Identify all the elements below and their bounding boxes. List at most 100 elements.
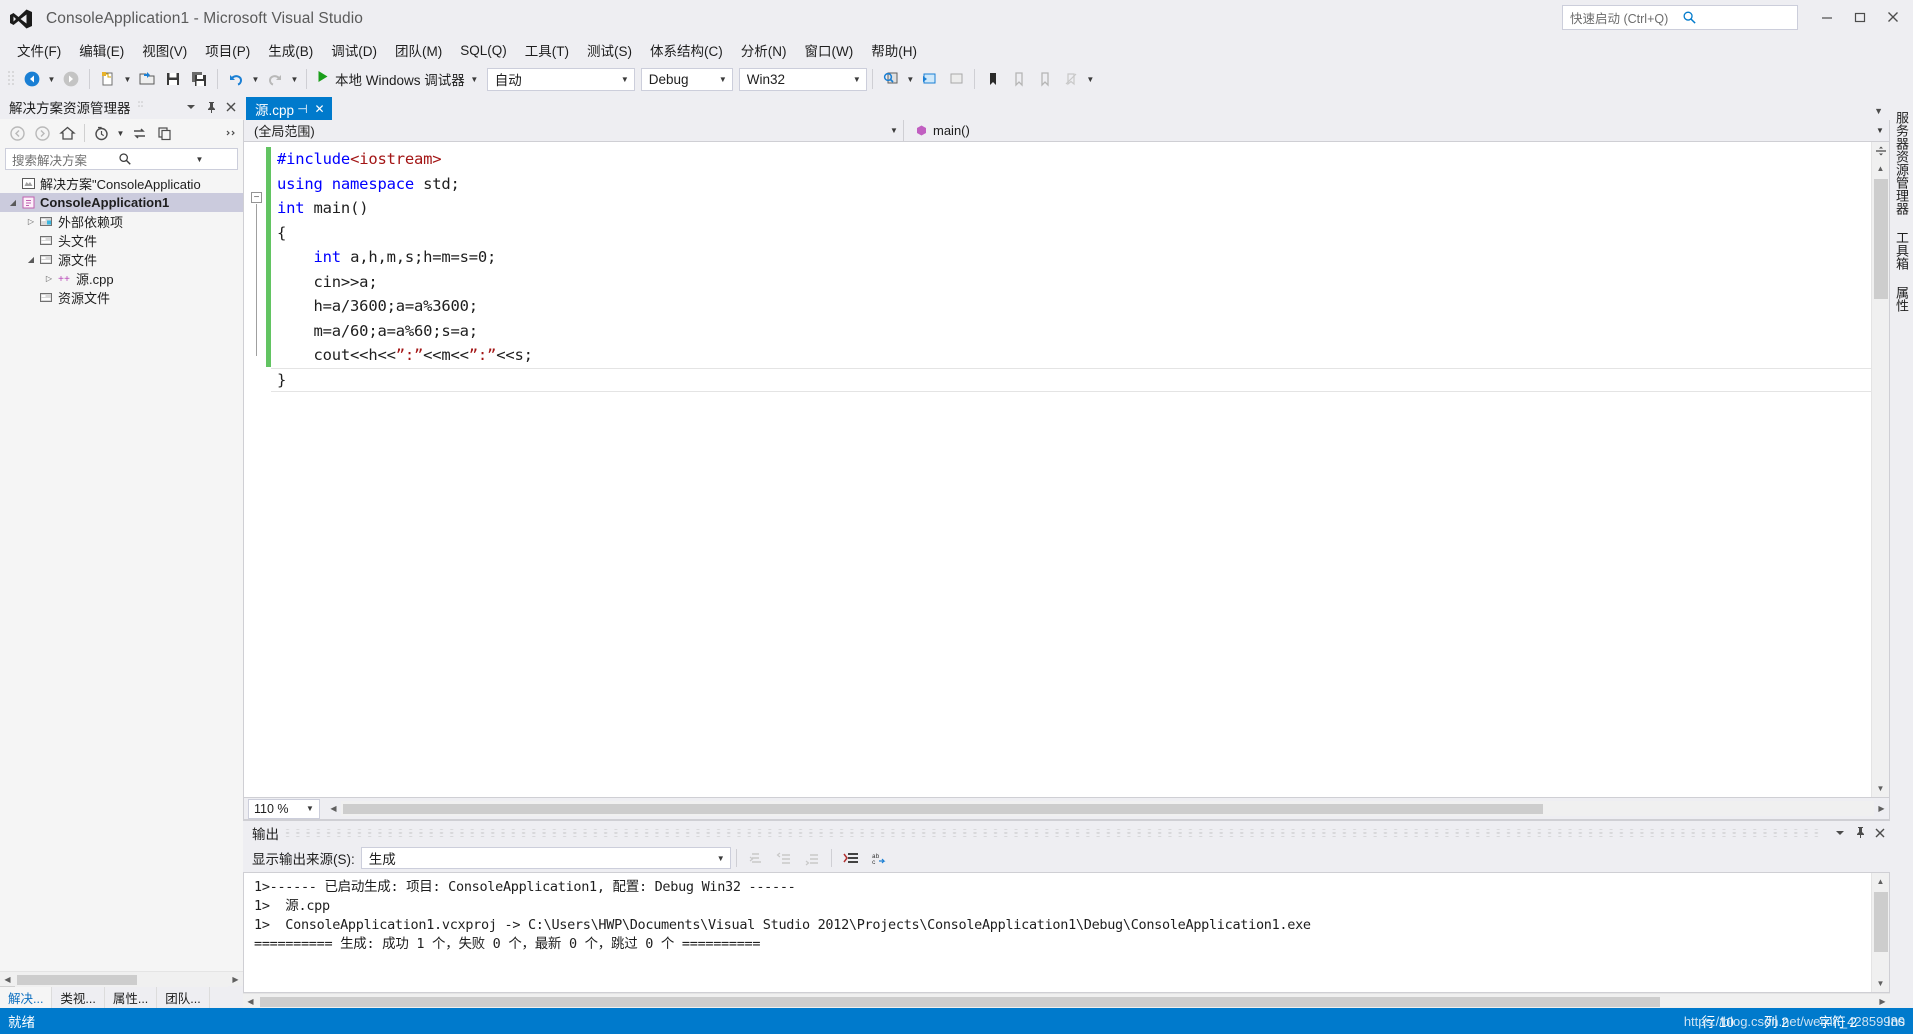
redo-icon[interactable] xyxy=(262,67,288,91)
start-debug-button[interactable]: 本地 Windows 调试器 xyxy=(312,67,468,91)
start-debug-dropdown-icon[interactable]: ▼ xyxy=(468,67,481,91)
menu-file[interactable]: 文件(F) xyxy=(8,37,70,63)
menu-sql[interactable]: SQL(Q) xyxy=(451,40,516,61)
fold-toggle-main[interactable]: − xyxy=(251,192,262,203)
scroll-up-arrow-icon[interactable]: ▲ xyxy=(1872,160,1890,177)
twisty-collapsed-icon[interactable]: ▷ xyxy=(24,217,38,226)
output-source-combo[interactable]: 生成 ▼ xyxy=(360,847,731,869)
redo-dropdown-icon[interactable]: ▼ xyxy=(288,67,301,91)
menu-build[interactable]: 生成(B) xyxy=(259,37,322,63)
pin-icon[interactable] xyxy=(1850,823,1870,843)
next-message-icon[interactable] xyxy=(800,846,826,870)
tab-solution-explorer[interactable]: 解决... xyxy=(0,986,53,1008)
back-icon[interactable] xyxy=(5,122,30,144)
fold-margin[interactable]: − xyxy=(244,142,266,797)
pin-icon[interactable] xyxy=(201,97,221,117)
window-dropdown-icon[interactable] xyxy=(181,97,201,117)
chevron-down-icon[interactable]: ▼ xyxy=(162,155,237,164)
clear-bookmarks-icon[interactable] xyxy=(1058,67,1084,91)
tab-class-view[interactable]: 类视... xyxy=(52,986,105,1008)
split-view-grip[interactable] xyxy=(1872,142,1890,160)
toolbar-overflow-icon[interactable] xyxy=(218,122,243,144)
hscroll-thumb[interactable] xyxy=(17,974,137,985)
configuration-combo[interactable]: Debug ▼ xyxy=(640,67,733,91)
goto-message-icon[interactable] xyxy=(744,846,770,870)
forward-icon[interactable] xyxy=(30,122,55,144)
hscroll-track[interactable] xyxy=(258,993,1875,1009)
tree-node-solution[interactable]: 解决方案"ConsoleApplicatio xyxy=(0,174,243,193)
tree-node-header-files[interactable]: 头文件 xyxy=(0,231,243,250)
tree-node-source-cpp[interactable]: ▷ ++ 源.cpp xyxy=(0,269,243,288)
open-file-icon[interactable] xyxy=(134,67,160,91)
output-vscrollbar[interactable]: ▲ ▼ xyxy=(1871,873,1889,992)
comment-selection-icon[interactable] xyxy=(917,67,943,91)
previous-bookmark-icon[interactable] xyxy=(1006,67,1032,91)
sidebar-tab-properties[interactable]: 属性 xyxy=(1889,278,1913,320)
find-dropdown-icon[interactable]: ▼ xyxy=(904,67,917,91)
output-text-area[interactable]: 1>------ 已启动生成: 项目: ConsoleApplication1,… xyxy=(243,872,1890,993)
previous-message-icon[interactable] xyxy=(772,846,798,870)
hscroll-track[interactable] xyxy=(15,971,228,987)
save-all-icon[interactable] xyxy=(186,67,212,91)
twisty-collapsed-icon[interactable]: ▷ xyxy=(42,274,56,283)
search-icon[interactable] xyxy=(87,152,162,166)
scroll-down-arrow-icon[interactable]: ▼ xyxy=(1872,975,1890,992)
navigate-forward-icon[interactable] xyxy=(58,67,84,91)
close-button[interactable] xyxy=(1876,2,1909,32)
scroll-left-arrow-icon[interactable]: ◀ xyxy=(243,997,258,1006)
scroll-right-arrow-icon[interactable]: ▶ xyxy=(1875,997,1890,1006)
minimize-button[interactable] xyxy=(1810,2,1843,32)
scroll-right-arrow-icon[interactable]: ▶ xyxy=(1874,804,1889,813)
next-bookmark-icon[interactable] xyxy=(1032,67,1058,91)
uncomment-selection-icon[interactable] xyxy=(943,67,969,91)
editor-hscrollbar[interactable]: ◀ ▶ xyxy=(326,801,1889,816)
maximize-button[interactable] xyxy=(1843,2,1876,32)
scroll-left-arrow-icon[interactable]: ◀ xyxy=(326,804,341,813)
twisty-expanded-icon[interactable]: ◢ xyxy=(6,198,20,207)
menu-tools[interactable]: 工具(T) xyxy=(516,37,578,63)
platform-toolset-combo[interactable]: 自动 ▼ xyxy=(486,67,635,91)
platform-combo[interactable]: Win32 ▼ xyxy=(738,67,867,91)
close-icon[interactable] xyxy=(1870,823,1890,843)
vscroll-track[interactable] xyxy=(1872,177,1890,780)
scroll-up-arrow-icon[interactable]: ▲ xyxy=(1872,873,1890,890)
tab-properties[interactable]: 属性... xyxy=(105,986,158,1008)
sidebar-tab-server-explorer[interactable]: 服务器资源管理器 xyxy=(1889,103,1913,223)
scope-combo[interactable]: (全局范围) ▼ xyxy=(244,120,904,141)
menu-project[interactable]: 项目(P) xyxy=(196,37,259,63)
zoom-level-combo[interactable]: 110 % ▼ xyxy=(248,798,320,819)
solution-explorer-hscrollbar[interactable]: ◀ ▶ xyxy=(0,971,243,987)
overflow-chevron-icon[interactable]: ▼ xyxy=(1084,67,1097,91)
search-input[interactable]: 搜索解决方案资源管理器(C ▼ xyxy=(5,148,238,170)
sidebar-tab-toolbox[interactable]: 工具箱 xyxy=(1889,223,1913,278)
chevron-down-icon[interactable]: ▼ xyxy=(1874,106,1883,116)
hscroll-track[interactable] xyxy=(341,801,1874,816)
find-in-files-icon[interactable] xyxy=(878,67,904,91)
navigate-back-dropdown-icon[interactable]: ▼ xyxy=(45,67,58,91)
menu-debug[interactable]: 调试(D) xyxy=(322,37,386,63)
pending-changes-icon[interactable] xyxy=(89,122,114,144)
panel-drag-dots[interactable] xyxy=(285,824,1824,842)
new-item-dropdown-icon[interactable]: ▼ xyxy=(121,67,134,91)
bookmark-icon[interactable] xyxy=(980,67,1006,91)
clear-all-icon[interactable] xyxy=(839,846,865,870)
navigate-back-icon[interactable] xyxy=(19,67,45,91)
menu-edit[interactable]: 编辑(E) xyxy=(70,37,133,63)
new-item-icon[interactable] xyxy=(95,67,121,91)
undo-icon[interactable] xyxy=(223,67,249,91)
toggle-word-wrap-icon[interactable]: ab c xyxy=(867,846,893,870)
save-icon[interactable] xyxy=(160,67,186,91)
vscroll-track[interactable] xyxy=(1872,890,1890,975)
window-dropdown-icon[interactable] xyxy=(1830,823,1850,843)
pin-icon[interactable]: ⊣ xyxy=(294,102,311,116)
home-icon[interactable] xyxy=(55,122,80,144)
toolbar-grip[interactable] xyxy=(7,70,16,88)
undo-dropdown-icon[interactable]: ▼ xyxy=(249,67,262,91)
member-combo[interactable]: main() ▼ xyxy=(904,120,1889,141)
menu-help[interactable]: 帮助(H) xyxy=(862,37,926,63)
scroll-down-arrow-icon[interactable]: ▼ xyxy=(1872,780,1890,797)
tab-team-explorer[interactable]: 团队... xyxy=(157,986,210,1008)
editor-vscrollbar[interactable]: ▲ ▼ xyxy=(1871,142,1889,797)
menu-test[interactable]: 测试(S) xyxy=(578,37,641,63)
code-text-area[interactable]: − #include <iostream> using namespace std… xyxy=(244,142,1871,797)
